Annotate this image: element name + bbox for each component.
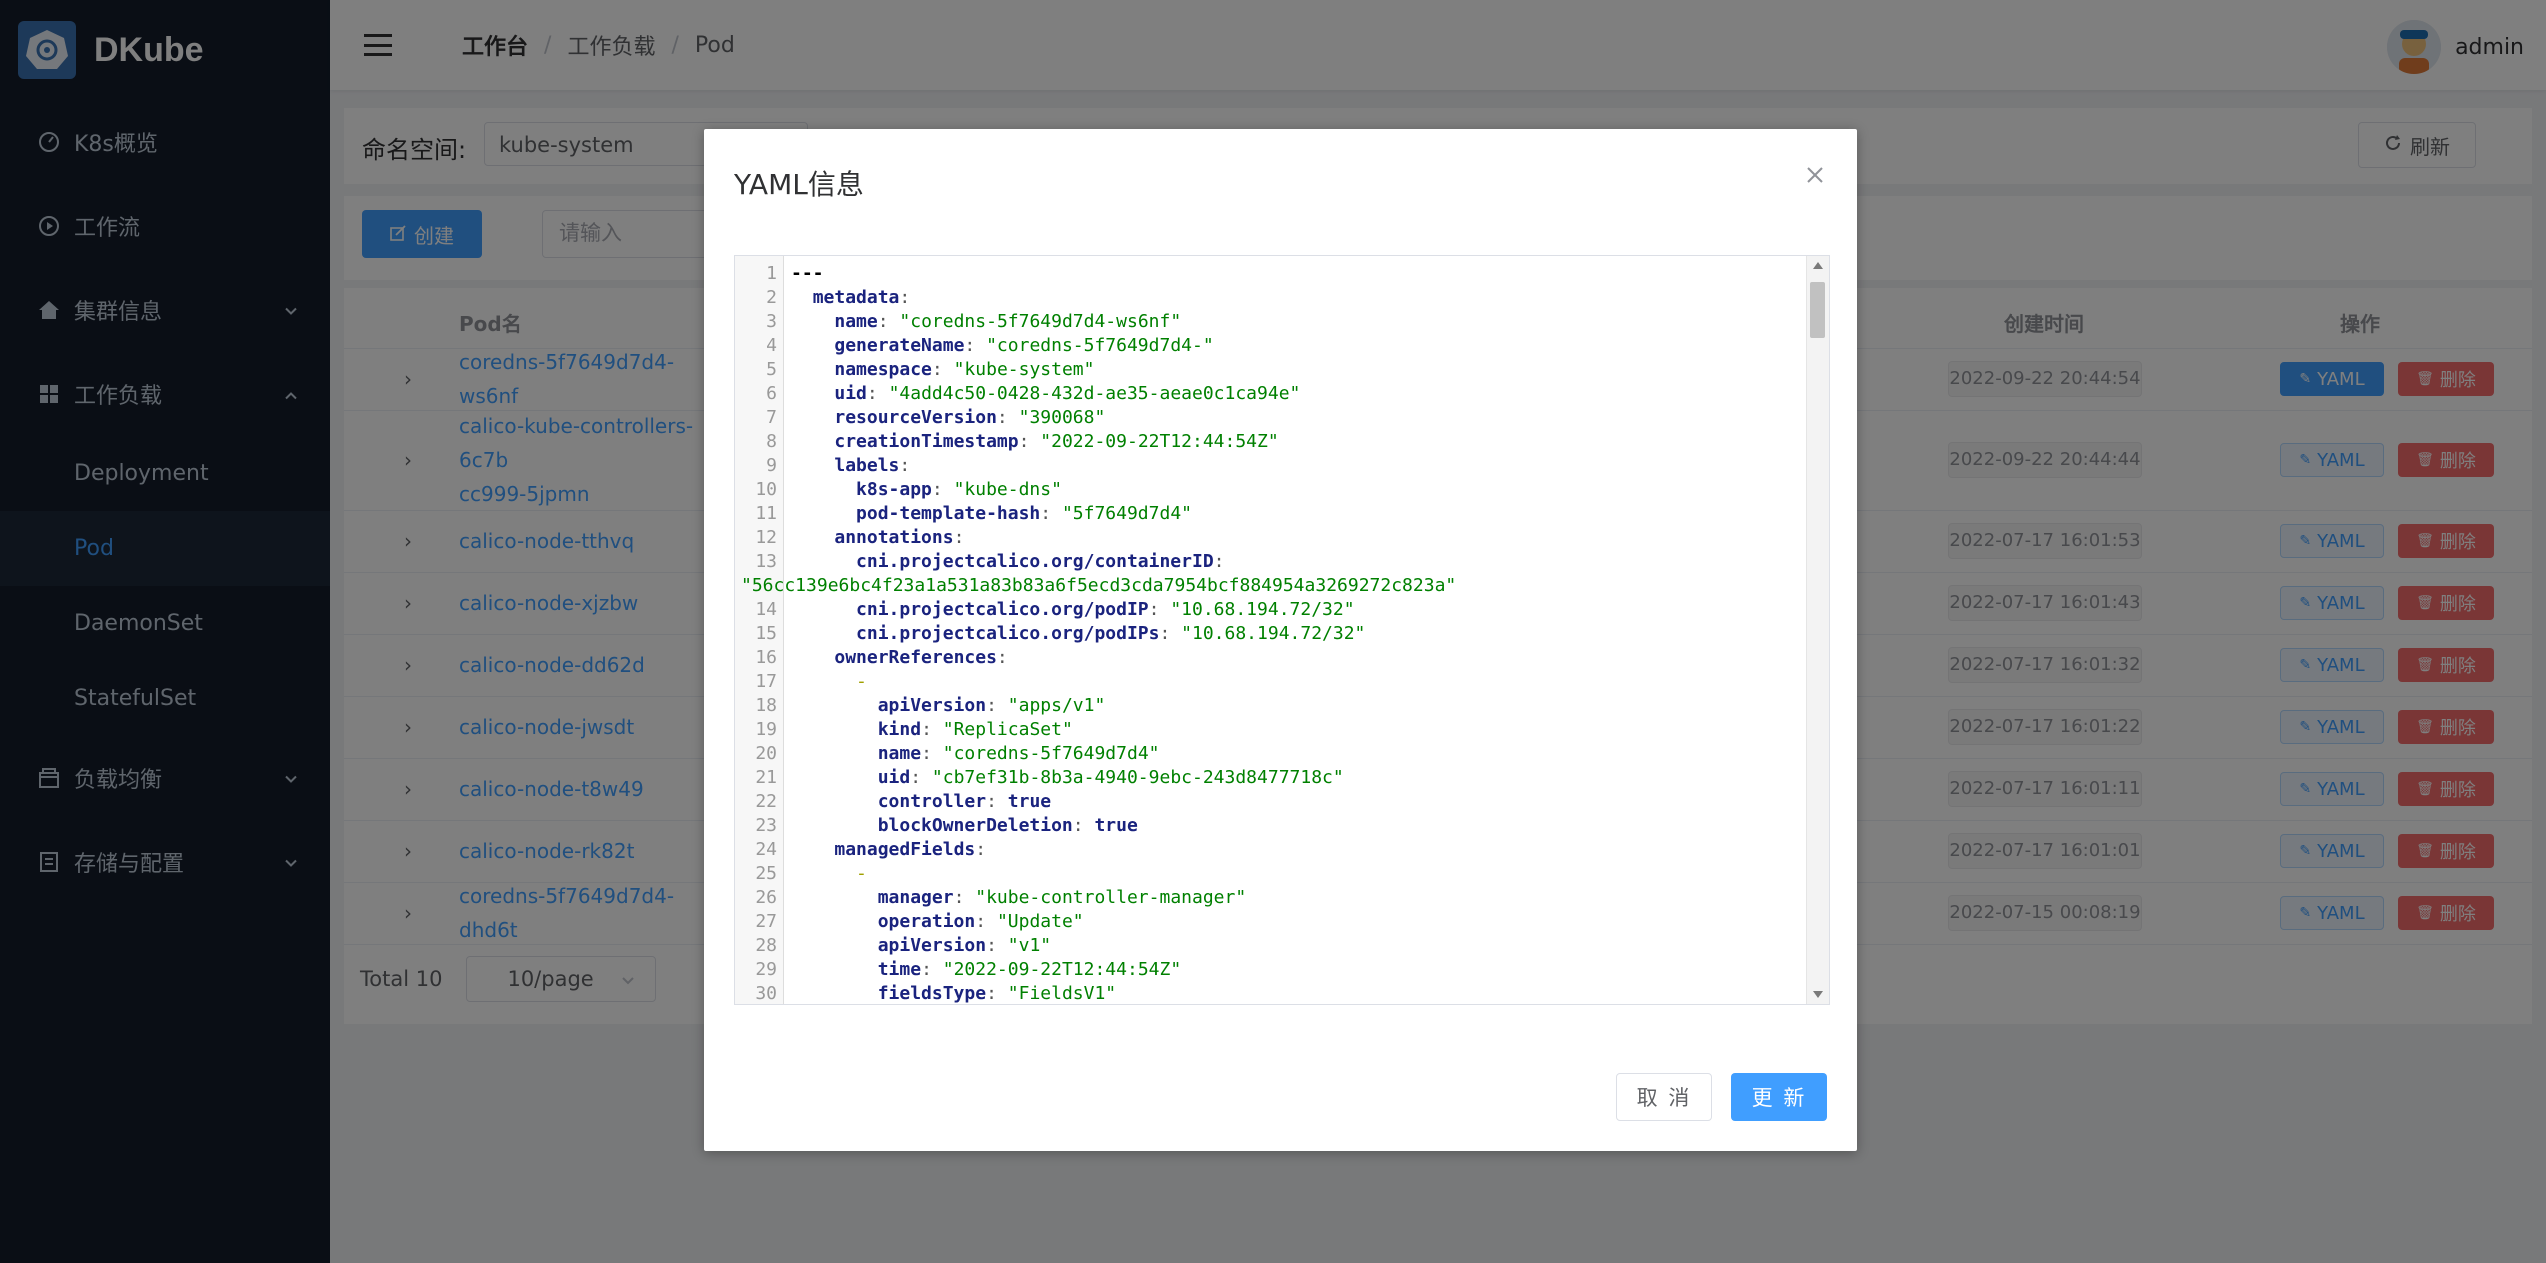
scroll-thumb[interactable] [1810, 282, 1825, 338]
code-line: 21 uid: "cb7ef31b-8b3a-4940-9ebc-243d847… [735, 766, 1829, 790]
line-number: 26 [755, 887, 777, 908]
line-number: 20 [755, 743, 777, 764]
line-number: 12 [755, 527, 777, 548]
code-line: 25 - [735, 862, 1829, 886]
code-line: 2 metadata: [735, 286, 1829, 310]
code-line: 3 name: "coredns-5f7649d7d4-ws6nf" [735, 310, 1829, 334]
yaml-dialog: YAML信息 1 --- 2 metadata: 3 name: "coredns-5… [704, 129, 1857, 1151]
line-number: 4 [766, 335, 777, 356]
line-number: 5 [766, 359, 777, 380]
editor-scrollbar[interactable] [1806, 256, 1829, 1004]
line-number: 14 [755, 599, 777, 620]
code-line: 12 annotations: [735, 526, 1829, 550]
line-number: 7 [766, 407, 777, 428]
line-number: 25 [755, 863, 777, 884]
line-number: 10 [755, 479, 777, 500]
code-line: 6 uid: "4add4c50-0428-432d-ae35-aeae0c1c… [735, 382, 1829, 406]
yaml-editor[interactable]: 1 --- 2 metadata: 3 name: "coredns-5f7649d7… [734, 255, 1830, 1005]
code-line: 16 ownerReferences: [735, 646, 1829, 670]
line-number: 18 [755, 695, 777, 716]
code-line: 28 apiVersion: "v1" [735, 934, 1829, 958]
scroll-up-icon[interactable] [1813, 262, 1823, 269]
code-line: 15 cni.projectcalico.org/podIPs: "10.68.… [735, 622, 1829, 646]
scroll-down-icon[interactable] [1813, 991, 1823, 998]
code-line: 20 name: "coredns-5f7649d7d4" [735, 742, 1829, 766]
code-line: 10 k8s-app: "kube-dns" [735, 478, 1829, 502]
code-line: "56cc139e6bc4f23a1a531a83b83a6f5ecd3cda7… [741, 575, 1457, 596]
line-number: 16 [755, 647, 777, 668]
code-line: 13 cni.projectcalico.org/containerID: [735, 550, 1829, 574]
code-line: 9 labels: [735, 454, 1829, 478]
code-line: 29 time: "2022-09-22T12:44:54Z" [735, 958, 1829, 982]
code-line: 11 pod-template-hash: "5f7649d7d4" [735, 502, 1829, 526]
line-number: 13 [755, 551, 777, 572]
line-number: 9 [766, 455, 777, 476]
line-number: 21 [755, 767, 777, 788]
line-number: 15 [755, 623, 777, 644]
line-number: 3 [766, 311, 777, 332]
line-number: 17 [755, 671, 777, 692]
cancel-button[interactable]: 取 消 [1616, 1073, 1712, 1121]
line-number: 6 [766, 383, 777, 404]
line-number: 22 [755, 791, 777, 812]
line-number: 24 [755, 839, 777, 860]
code-line: 17 - [735, 670, 1829, 694]
code-line: 8 creationTimestamp: "2022-09-22T12:44:5… [735, 430, 1829, 454]
code-line: 26 manager: "kube-controller-manager" [735, 886, 1829, 910]
code-line: 22 controller: true [735, 790, 1829, 814]
line-number: 19 [755, 719, 777, 740]
update-button[interactable]: 更 新 [1731, 1073, 1827, 1121]
code-line: 30 fieldsType: "FieldsV1" [735, 982, 1829, 1004]
close-icon[interactable] [1803, 163, 1827, 187]
line-number: 1 [766, 263, 777, 284]
code-line: 24 managedFields: [735, 838, 1829, 862]
line-number: 2 [766, 287, 777, 308]
line-number: 30 [755, 983, 777, 1004]
dialog-title: YAML信息 [734, 168, 864, 201]
code-line: 7 resourceVersion: "390068" [735, 406, 1829, 430]
line-number: 8 [766, 431, 777, 452]
line-number: 23 [755, 815, 777, 836]
code-line: 23 blockOwnerDeletion: true [735, 814, 1829, 838]
code-line: 5 namespace: "kube-system" [735, 358, 1829, 382]
code-line: 18 apiVersion: "apps/v1" [735, 694, 1829, 718]
line-number: 29 [755, 959, 777, 980]
code-line: 4 generateName: "coredns-5f7649d7d4-" [735, 334, 1829, 358]
code-line: 19 kind: "ReplicaSet" [735, 718, 1829, 742]
yaml-code: 1 --- 2 metadata: 3 name: "coredns-5f7649d7… [735, 262, 1829, 1004]
code-line: 1 --- [735, 262, 1829, 286]
line-number: 27 [755, 911, 777, 932]
code-line: 14 cni.projectcalico.org/podIP: "10.68.1… [735, 598, 1829, 622]
line-number: 28 [755, 935, 777, 956]
code-line: 27 operation: "Update" [735, 910, 1829, 934]
line-number: 11 [755, 503, 777, 524]
